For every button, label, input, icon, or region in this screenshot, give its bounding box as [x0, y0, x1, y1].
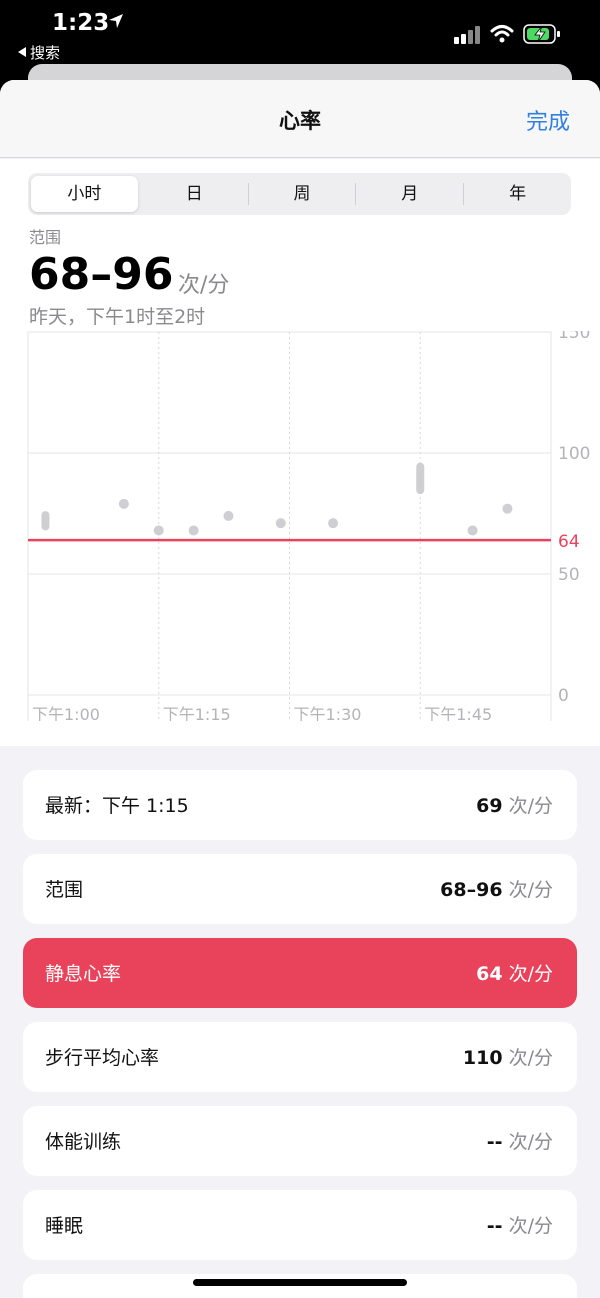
stat-label: 范围 [45, 879, 84, 901]
heart-rate-point[interactable] [118, 498, 129, 509]
segment-day[interactable]: 日 [141, 173, 248, 215]
summary-label: 范围 [29, 228, 62, 247]
summary-value: 68–96 [29, 249, 174, 300]
stat-number: 110 [462, 1047, 503, 1069]
stat-number: -- [486, 1131, 503, 1153]
segment-year[interactable]: 年 [464, 173, 571, 215]
stat-label: 体能训练 [45, 1131, 122, 1153]
heart-rate-point[interactable] [502, 503, 513, 514]
stat-unit: 次/分 [502, 795, 553, 817]
heart-rate-point[interactable] [188, 525, 199, 536]
stat-row[interactable]: 步行平均心率 110 次/分 [23, 1022, 577, 1092]
battery-charging-icon [523, 24, 560, 44]
wifi-icon [490, 25, 514, 43]
stat-row-partial[interactable] [23, 1274, 577, 1298]
summary-unit: 次/分 [178, 273, 230, 298]
location-arrow-icon [109, 14, 123, 28]
stat-label: 静息心率 [45, 963, 122, 985]
stat-value: 69 次/分 [476, 791, 553, 818]
stat-row[interactable]: 体能训练 -- 次/分 [23, 1106, 577, 1176]
y-tick-label: 150 [558, 331, 590, 343]
stat-label: 步行平均心率 [45, 1047, 160, 1069]
heart-rate-point[interactable] [223, 510, 234, 521]
stat-unit: 次/分 [502, 1047, 553, 1069]
heart-rate-point[interactable] [275, 518, 286, 529]
back-to-search-link[interactable]: 搜索 [18, 42, 60, 63]
y-tick-label: 0 [558, 686, 569, 706]
stat-unit: 次/分 [502, 963, 553, 985]
stat-number: 68–96 [440, 879, 503, 901]
status-bar: 1:23 搜索 [0, 0, 600, 66]
segment-month[interactable]: 月 [356, 173, 463, 215]
heart-rate-chart[interactable]: 0 50 100 150 下午1:00 下午1:15 下午1:30 下午1:45 64 [0, 331, 600, 721]
stat-value: 68–96 次/分 [440, 875, 553, 902]
summary-date: 昨天，下午1时至2时 [29, 306, 206, 328]
y-tick-label: 50 [558, 565, 580, 585]
page-title: 心率 [279, 109, 321, 133]
x-tick-label: 下午1:15 [163, 705, 231, 721]
back-arrow-icon [18, 47, 26, 57]
stat-value: -- 次/分 [487, 1211, 553, 1238]
stat-number: 64 [476, 963, 503, 985]
time-range-segmented-control: 小时 日 周 月 年 [28, 173, 571, 215]
segment-hour[interactable]: 小时 [31, 176, 138, 212]
stat-row[interactable]: 静息心率 64 次/分 [23, 938, 577, 1008]
home-indicator[interactable] [193, 1279, 407, 1286]
x-tick-label: 下午1:45 [424, 705, 492, 721]
x-tick-label: 下午1:30 [294, 705, 362, 721]
y-tick-label: 100 [558, 444, 590, 464]
status-time: 1:23 [52, 10, 110, 36]
stat-value: 64 次/分 [476, 959, 553, 986]
stat-value: -- 次/分 [487, 1127, 553, 1154]
stat-unit: 次/分 [502, 1131, 553, 1153]
x-tick-label: 下午1:00 [32, 705, 100, 721]
segment-week[interactable]: 周 [249, 173, 356, 215]
stat-value: 110 次/分 [463, 1043, 553, 1070]
stat-number: 69 [476, 795, 503, 817]
stat-number: -- [486, 1215, 503, 1237]
stat-label: 最新：下午 1:15 [45, 795, 189, 817]
heart-rate-range-bar[interactable] [41, 511, 50, 531]
stat-row[interactable]: 范围 68–96 次/分 [23, 854, 577, 924]
nav-bar: 心率 完成 [0, 80, 600, 158]
done-button[interactable]: 完成 [526, 104, 570, 136]
stat-row[interactable]: 睡眠 -- 次/分 [23, 1190, 577, 1260]
stat-row[interactable]: 最新：下午 1:15 69 次/分 [23, 770, 577, 840]
back-label: 搜索 [30, 44, 61, 62]
stat-label: 睡眠 [45, 1215, 84, 1237]
cellular-signal-icon [454, 26, 480, 44]
stat-unit: 次/分 [502, 879, 553, 901]
resting-heart-rate-label: 64 [558, 532, 580, 552]
stat-unit: 次/分 [502, 1215, 553, 1237]
heart-rate-point[interactable] [153, 525, 164, 536]
chart-panel: 小时 日 周 月 年 范围 68–96 次/分 昨天，下午1时至2时 0 50 10… [0, 159, 600, 746]
heart-rate-point[interactable] [467, 525, 478, 536]
heart-rate-point[interactable] [328, 518, 339, 529]
heart-rate-range-bar[interactable] [416, 462, 425, 495]
heart-rate-sheet: 心率 完成 小时 日 周 月 年 范围 68–96 次/分 昨天，下午1时至2时… [0, 80, 600, 1298]
